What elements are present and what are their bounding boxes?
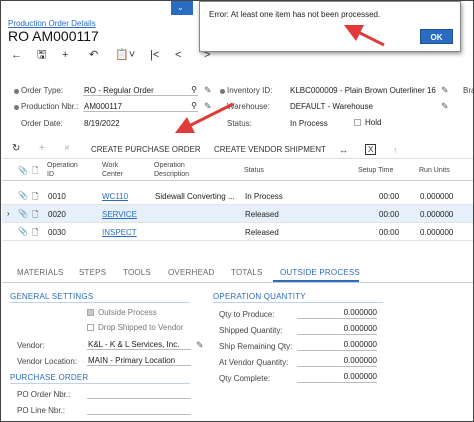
annotation-arrows — [174, 24, 385, 134]
annotation-arrow — [343, 24, 385, 47]
app-window: ⌄ Production Order Details RO AM000117 ←… — [0, 0, 474, 422]
annotation-arrow — [174, 102, 234, 134]
